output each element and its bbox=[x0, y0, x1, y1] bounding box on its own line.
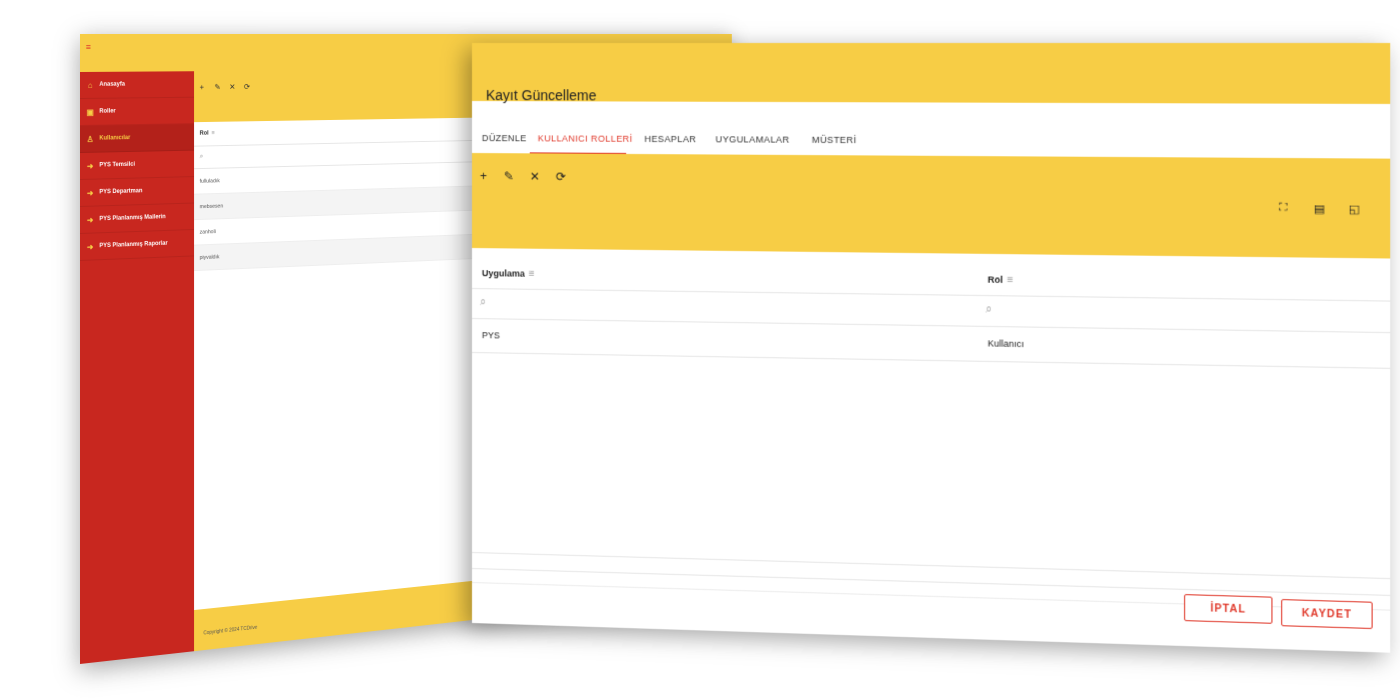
menu-icon[interactable]: ≡ bbox=[86, 42, 91, 52]
save-button[interactable]: KAYDET bbox=[1281, 599, 1373, 629]
add-icon[interactable]: + bbox=[200, 83, 204, 92]
sidebar-item-label: PYS Departman bbox=[99, 188, 142, 195]
column-chooser-icon[interactable]: ◱ bbox=[1349, 202, 1360, 216]
filter-icon[interactable]: ≡ bbox=[529, 269, 535, 280]
dialog-header bbox=[472, 43, 1390, 104]
sidebar-item-label: Kullanıcılar bbox=[99, 135, 130, 142]
sidebar-item-pys-temsilci[interactable]: ➜ PYS Temsilci bbox=[80, 151, 194, 180]
dialog-tabs: DÜZENLE KULLANICI ROLLERİ HESAPLAR UYGUL… bbox=[472, 113, 1390, 159]
column-title: Rol bbox=[200, 131, 209, 137]
cell-rol: Kullanıcı bbox=[988, 338, 1024, 349]
column-title: Rol bbox=[988, 274, 1003, 284]
column-title: Uygulama bbox=[482, 268, 525, 279]
dialog-title: Kayıt Güncelleme bbox=[486, 87, 597, 103]
sidebar-item-pys-departman[interactable]: ➜ PYS Departman bbox=[80, 177, 194, 207]
edit-icon[interactable]: ✎ bbox=[214, 83, 220, 92]
column-header-rol[interactable]: Rol ≡ bbox=[988, 274, 1014, 286]
row-value: fulluladık bbox=[200, 178, 220, 184]
filter-icon[interactable]: ≡ bbox=[211, 131, 214, 137]
fullscreen-icon[interactable]: ⛶ bbox=[1279, 202, 1287, 216]
dialog-toolbar: + ✎ ✕ ⟳ ⛶ ▤ ◱ bbox=[472, 153, 1390, 259]
filter-icon[interactable]: ≡ bbox=[1007, 275, 1013, 286]
refresh-icon[interactable]: ⟳ bbox=[244, 82, 250, 91]
export-icon[interactable]: ▤ bbox=[1314, 202, 1325, 216]
row-value: zanholi bbox=[200, 229, 216, 235]
roles-icon: ▣ bbox=[86, 107, 95, 116]
tab-kullanici-rolleri[interactable]: KULLANICI ROLLERİ bbox=[538, 133, 633, 144]
user-icon: ♙ bbox=[86, 134, 95, 143]
search-icon[interactable]: ⌕ bbox=[480, 296, 486, 309]
sidebar-item-label: PYS Planlanmış Raporlar bbox=[99, 241, 167, 250]
sidebar-item-pys-planlanmis-mailerin[interactable]: ➜ PYS Planlanmış Mailerin bbox=[80, 203, 194, 234]
row-value: mebsesen bbox=[200, 203, 223, 210]
add-icon[interactable]: + bbox=[480, 169, 487, 183]
copyright-text: Copyright © 2024 TCDrive bbox=[203, 625, 257, 637]
arrow-icon: ➜ bbox=[86, 215, 95, 224]
tab-hesaplar[interactable]: HESAPLAR bbox=[644, 134, 696, 144]
column-header-uygulama[interactable]: Uygulama ≡ bbox=[482, 268, 535, 280]
user-roles-grid: Uygulama ≡ Rol ≡ ⌕ ⌕ PYS Kullanıcı bbox=[472, 248, 1390, 579]
delete-icon[interactable]: ✕ bbox=[530, 169, 540, 183]
row-value: piyvaldık bbox=[200, 254, 220, 261]
edit-icon[interactable]: ✎ bbox=[504, 169, 514, 183]
delete-icon[interactable]: ✕ bbox=[229, 83, 235, 92]
search-icon[interactable]: ⌕ bbox=[986, 303, 992, 316]
sidebar-item-pys-planlanmis-raporlar[interactable]: ➜ PYS Planlanmış Raporlar bbox=[80, 230, 194, 261]
sidebar: ⌂ Anasayfa ▣ Roller ♙ Kullanıcılar ➜ PYS… bbox=[80, 71, 194, 664]
home-icon: ⌂ bbox=[86, 80, 95, 89]
sidebar-item-label: PYS Temsilci bbox=[99, 162, 135, 169]
arrow-icon: ➜ bbox=[86, 188, 95, 197]
arrow-icon: ➜ bbox=[86, 161, 95, 170]
sidebar-item-kullanicilar[interactable]: ♙ Kullanıcılar bbox=[80, 124, 194, 153]
cell-uygulama: PYS bbox=[482, 330, 500, 340]
tab-duzenle[interactable]: DÜZENLE bbox=[482, 133, 527, 143]
sidebar-item-anasayfa[interactable]: ⌂ Anasayfa bbox=[80, 71, 194, 99]
sidebar-item-label: Roller bbox=[99, 109, 115, 115]
record-update-dialog: Kayıt Güncelleme DÜZENLE KULLANICI ROLLE… bbox=[472, 43, 1390, 653]
arrow-icon: ➜ bbox=[86, 242, 95, 251]
search-icon: ⌕ bbox=[200, 153, 204, 161]
sidebar-item-label: Anasayfa bbox=[99, 82, 125, 88]
tab-musteri[interactable]: MÜSTERİ bbox=[812, 135, 857, 145]
cancel-button[interactable]: İPTAL bbox=[1184, 594, 1272, 624]
sidebar-item-roller[interactable]: ▣ Roller bbox=[80, 98, 194, 126]
tab-uygulamalar[interactable]: UYGULAMALAR bbox=[715, 134, 789, 145]
refresh-icon[interactable]: ⟳ bbox=[556, 170, 566, 184]
sidebar-item-label: PYS Planlanmış Mailerin bbox=[99, 214, 165, 222]
